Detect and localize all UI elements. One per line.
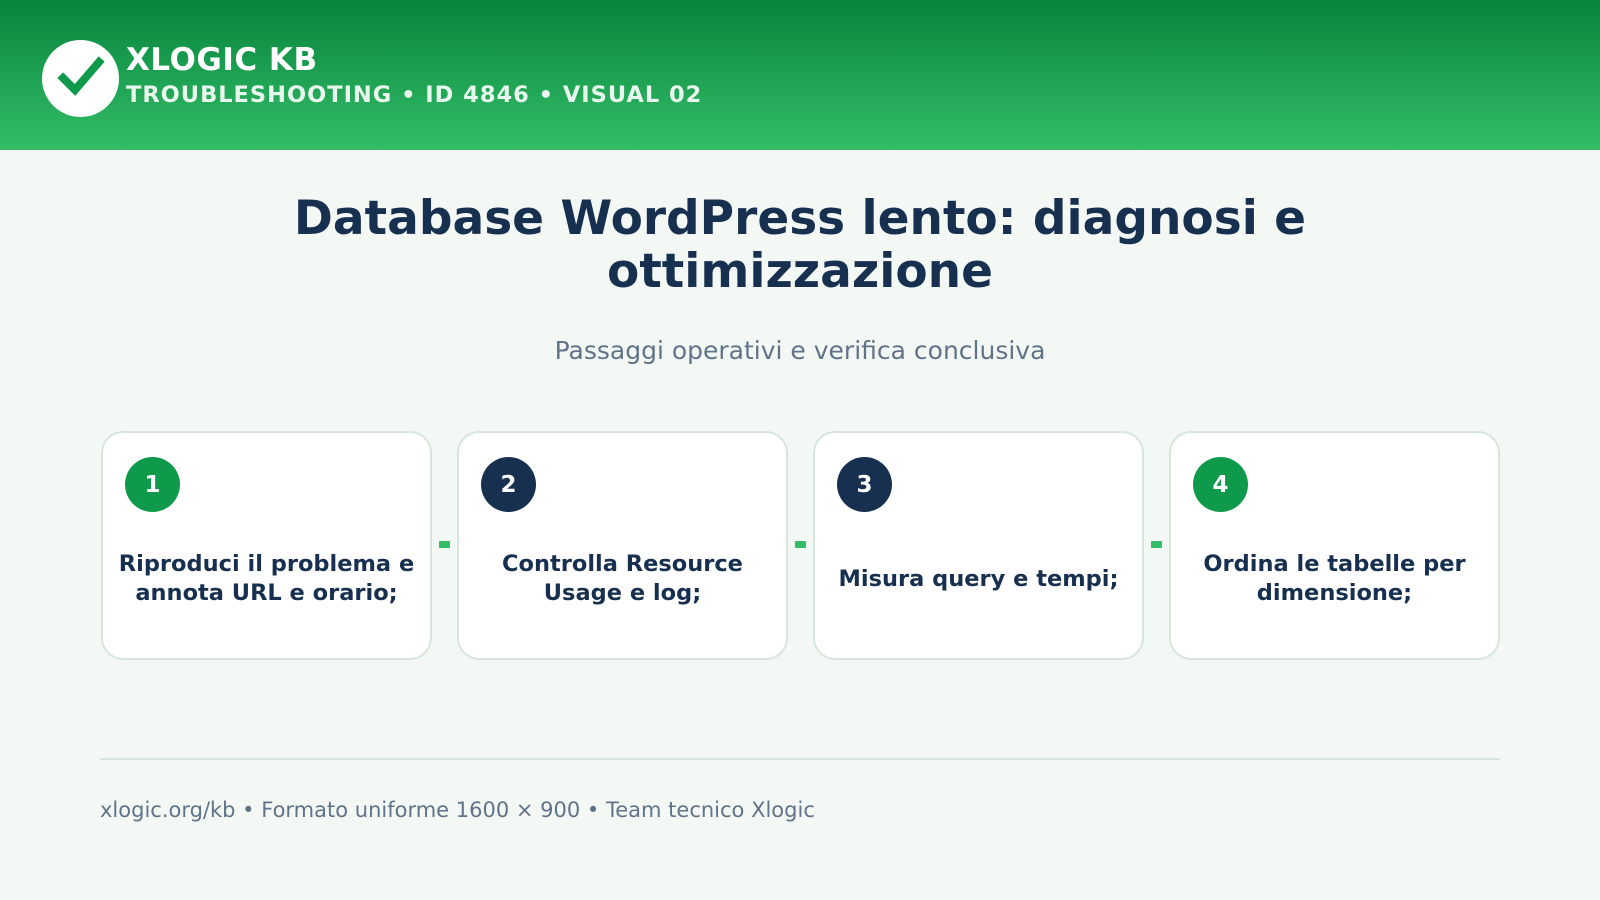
step-number-badge: 2 [481,457,536,512]
step-text: Riproduci il problema e annota URL e ora… [118,551,415,606]
page-subtitle: Passaggi operativi e verifica conclusiva [554,336,1046,365]
step-card-4: 4 Ordina le tabelle per dimensione; [1169,431,1500,660]
step-number-badge: 4 [1193,457,1248,512]
footer-divider [100,758,1500,760]
checkmark-icon [56,53,105,105]
step-card-2: 2 Controlla Resource Usage e log; [457,431,788,660]
step-connector [1151,541,1162,548]
step-text: Misura query e tempi; [838,565,1119,592]
step-card-1: 1 Riproduci il problema e annota URL e o… [101,431,432,660]
brand-subtitle: TROUBLESHOOTING • ID 4846 • VISUAL 02 [126,82,703,108]
step-number-badge: 3 [837,457,892,512]
step-number-badge: 1 [125,457,180,512]
brand-title: XLOGIC KB [126,42,318,78]
step-text: Ordina le tabelle per dimensione; [1203,551,1466,606]
brand-logo [42,40,119,117]
page-title: Database WordPress lento: diagnosi e ott… [293,191,1307,299]
step-text: Controlla Resource Usage e log; [502,551,743,606]
step-card-3: 3 Misura query e tempi; [813,431,1144,660]
header-banner: XLOGIC KB TROUBLESHOOTING • ID 4846 • VI… [0,0,1600,150]
step-connector [795,541,806,548]
step-connector [439,541,450,548]
footer-text: xlogic.org/kb • Formato uniforme 1600 × … [100,798,815,822]
